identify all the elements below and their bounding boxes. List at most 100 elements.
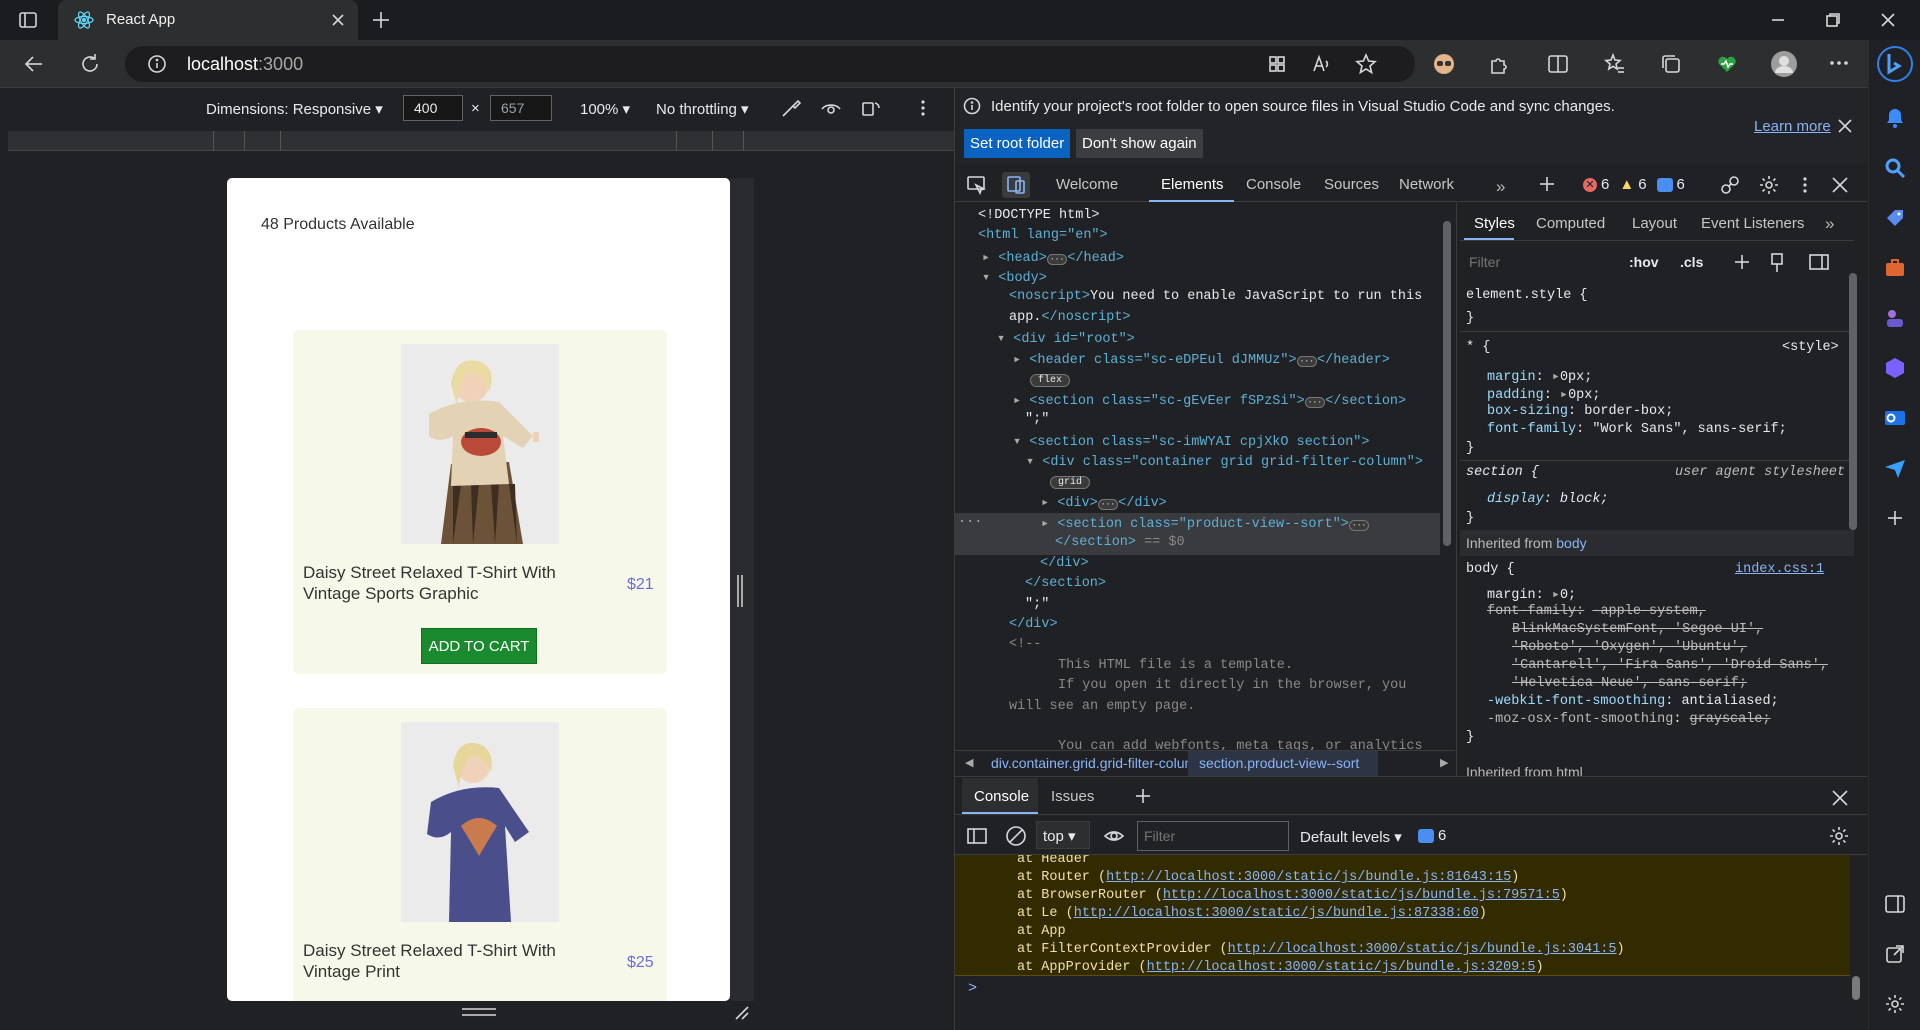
node-actions-icon[interactable]: ···	[958, 515, 982, 530]
copilot-icon[interactable]	[1877, 46, 1913, 82]
new-tab-icon[interactable]	[370, 9, 392, 31]
computed-sidebar-icon[interactable]	[1808, 252, 1830, 272]
hov-toggle[interactable]: :hov	[1629, 254, 1659, 270]
toggle-device-icon[interactable]	[1002, 172, 1030, 198]
dom-line[interactable]: </div>	[1040, 556, 1089, 571]
dom-line[interactable]: ▾ <div class="container grid grid-filter…	[1026, 453, 1423, 470]
dom-line-selected[interactable]: </section> == $0	[1055, 535, 1185, 550]
refresh-icon[interactable]	[78, 52, 102, 76]
favorites-list-icon[interactable]	[1604, 53, 1626, 75]
console-scrollbar[interactable]	[1850, 866, 1862, 1016]
drawer-console-tab[interactable]: Console	[974, 788, 1029, 805]
dom-line[interactable]: </section>	[1025, 576, 1106, 591]
product-name[interactable]: Daisy Street Relaxed T-Shirt With Vintage…	[303, 562, 593, 604]
tab-sources[interactable]: Sources	[1324, 176, 1379, 193]
dom-line[interactable]: <!--	[1009, 637, 1041, 652]
hide-sidebar-icon[interactable]	[1884, 893, 1906, 915]
drop-icon[interactable]	[1883, 456, 1907, 480]
stack-link[interactable]: http://localhost:3000/static/js/bundle.j…	[1147, 960, 1536, 975]
toggle-element-state-icon[interactable]	[1768, 252, 1788, 274]
breadcrumb-item[interactable]: div.container.grid.grid-filter-column	[991, 755, 1204, 771]
favorite-star-icon[interactable]	[1355, 53, 1377, 75]
cls-toggle[interactable]: .cls	[1680, 254, 1703, 270]
add-tab-icon[interactable]	[1537, 174, 1557, 194]
drawer-issues-tab[interactable]: Issues	[1051, 788, 1094, 805]
height-input[interactable]	[490, 95, 552, 121]
dimensions-dropdown[interactable]: Dimensions: Responsive ▾	[206, 100, 383, 118]
dom-line[interactable]: app.</noscript>	[1009, 310, 1131, 325]
sidebar-settings-icon[interactable]	[1884, 993, 1906, 1015]
more-options-icon[interactable]	[1828, 56, 1850, 70]
style-declaration[interactable]: margin: ▸0;	[1487, 586, 1576, 603]
more-tabs-icon[interactable]: »	[1496, 177, 1505, 197]
extensions-puzzle-icon[interactable]	[1488, 53, 1510, 75]
style-rule-selector[interactable]: element.style {	[1466, 288, 1588, 303]
flex-badge[interactable]: flex	[1030, 372, 1071, 387]
style-declaration[interactable]: -webkit-font-smoothing: antialiased;	[1487, 694, 1779, 709]
styles-filter-input[interactable]	[1464, 249, 1612, 275]
dont-show-again-button[interactable]: Don't show again	[1076, 129, 1203, 158]
restore-icon[interactable]	[1825, 12, 1841, 28]
dom-line[interactable]: ";"	[1025, 597, 1049, 612]
microsoft-365-icon[interactable]	[1883, 356, 1907, 380]
rotate-icon[interactable]	[860, 98, 882, 118]
close-drawer-icon[interactable]	[1831, 789, 1849, 807]
add-to-cart-button[interactable]: ADD TO CART	[421, 628, 537, 664]
vision-icon[interactable]	[820, 98, 842, 118]
stack-link[interactable]: http://localhost:3000/static/js/bundle.j…	[1074, 906, 1479, 921]
product-name[interactable]: Daisy Street Relaxed T-Shirt With Vintage…	[303, 940, 593, 982]
console-settings-icon[interactable]	[1828, 825, 1850, 847]
drawer-add-tab-icon[interactable]	[1133, 786, 1153, 806]
close-devtools-icon[interactable]	[1831, 176, 1849, 194]
dom-line[interactable]: ▾ <body>	[982, 269, 1047, 286]
product-image[interactable]	[401, 722, 559, 922]
external-link-icon[interactable]	[1884, 943, 1906, 965]
event-listeners-tab[interactable]: Event Listeners	[1701, 215, 1804, 232]
grid-badge[interactable]: grid	[1050, 474, 1091, 489]
layout-tab[interactable]: Layout	[1632, 215, 1677, 232]
dom-line[interactable]: </div>	[1009, 617, 1058, 632]
tab-console[interactable]: Console	[1246, 176, 1301, 193]
style-rule-selector[interactable]: section {	[1466, 465, 1539, 480]
notifications-icon[interactable]	[1883, 106, 1907, 130]
search-icon[interactable]	[1883, 156, 1907, 180]
clear-console-icon[interactable]	[1005, 825, 1027, 847]
shopping-icon[interactable]	[1883, 206, 1907, 230]
elements-scrollbar[interactable]	[1440, 203, 1454, 741]
resize-corner-icon[interactable]	[732, 1003, 750, 1021]
set-root-folder-button[interactable]: Set root folder	[964, 129, 1071, 158]
url-text[interactable]: localhost:3000	[187, 54, 303, 75]
style-declaration[interactable]: -moz-osx-font-smoothing: grayscale;	[1487, 712, 1771, 727]
browser-tab[interactable]: React App	[58, 0, 358, 40]
tab-network[interactable]: Network	[1399, 176, 1454, 193]
dom-line[interactable]: <noscript>You need to enable JavaScript …	[1009, 289, 1422, 304]
stack-link[interactable]: http://localhost:3000/static/js/bundle.j…	[1163, 888, 1560, 903]
product-card[interactable]: Daisy Street Relaxed T-Shirt With Vintage…	[293, 330, 667, 674]
breadcrumb-right-icon[interactable]: ▶	[1440, 756, 1448, 769]
dom-line[interactable]: ▸ <div> ··· </div>	[1041, 494, 1167, 511]
breadcrumb-item-selected[interactable]: section.product-view--sort	[1199, 755, 1359, 771]
resize-handle-bottom[interactable]	[462, 1008, 496, 1016]
style-declaration[interactable]: padding: ▸0px;	[1487, 386, 1600, 403]
style-declaration[interactable]: display: block;	[1487, 492, 1609, 507]
close-window-icon[interactable]	[1880, 12, 1896, 28]
live-expression-icon[interactable]	[1103, 826, 1125, 846]
product-card[interactable]: Daisy Street Relaxed T-Shirt With Vintage…	[293, 708, 667, 1001]
browser-essentials-icon[interactable]	[1716, 53, 1738, 75]
read-aloud-icon[interactable]	[1311, 54, 1333, 74]
console-filter-input[interactable]	[1137, 821, 1289, 851]
style-declaration[interactable]: font-family: "Work Sans", sans-serif;	[1487, 422, 1787, 437]
default-levels-dropdown[interactable]: Default levels ▾	[1300, 828, 1402, 846]
styles-pane[interactable]: element.style { } * { <style> margin: ▸0…	[1460, 283, 1860, 831]
games-icon[interactable]	[1883, 306, 1907, 330]
stack-link[interactable]: http://localhost:3000/static/js/bundle.j…	[1106, 870, 1511, 885]
dom-line[interactable]: ";"	[1025, 412, 1049, 427]
style-declaration[interactable]: margin: ▸0px;	[1487, 368, 1592, 385]
console-sidebar-icon[interactable]	[966, 826, 988, 846]
style-rule-selector[interactable]: * {	[1466, 340, 1490, 355]
tab-elements[interactable]: Elements	[1161, 176, 1224, 193]
dom-line[interactable]: ▸ <header class="sc-eDPEul dJMMUz"> ··· </…	[1013, 351, 1390, 368]
dom-line[interactable]: If you open it directly in the browser, …	[1058, 678, 1406, 693]
stack-link[interactable]: http://localhost:3000/static/js/bundle.j…	[1228, 942, 1617, 957]
info-icon[interactable]	[147, 54, 167, 74]
